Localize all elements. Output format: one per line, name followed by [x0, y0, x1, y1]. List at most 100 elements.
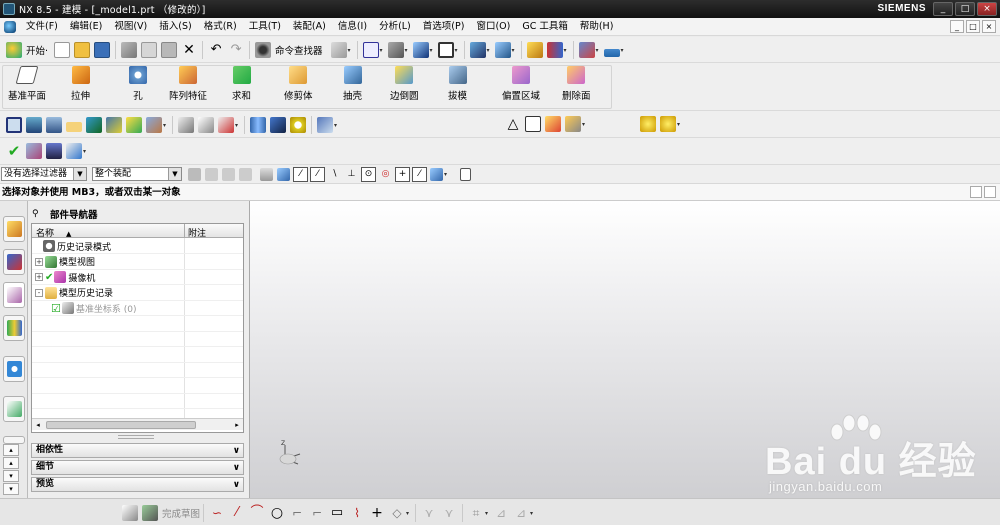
curve-analysis-icon[interactable] — [66, 143, 82, 159]
open-folder-icon[interactable] — [74, 42, 91, 58]
start-icon[interactable] — [6, 42, 22, 58]
collapse-icon[interactable] — [984, 186, 996, 198]
doc-minimize-button[interactable]: _ — [950, 20, 964, 33]
fillet-icon[interactable]: ⌐ — [289, 505, 305, 521]
snap-endpoint-icon[interactable]: ⁄ — [293, 167, 308, 182]
curve-icon[interactable] — [178, 117, 194, 133]
menu-window[interactable]: 窗口(O) — [470, 18, 516, 36]
delete-face-button[interactable]: 删除面 — [562, 66, 591, 102]
fit-view-icon[interactable] — [362, 42, 379, 58]
tree-row[interactable]: + ✔ 摄像机 — [32, 270, 243, 285]
draft-button[interactable]: 拔模 — [448, 66, 467, 102]
menu-gc-toolkit[interactable]: GC 工具箱 — [516, 18, 574, 36]
select-body-icon[interactable] — [260, 168, 273, 181]
maximize-button[interactable]: □ — [955, 2, 975, 16]
finish-sketch-button[interactable]: 完成草图 — [162, 506, 200, 520]
assembly-navigator-tab[interactable] — [3, 216, 25, 242]
scroll-thumb[interactable] — [46, 421, 196, 429]
menu-analysis[interactable]: 分析(L) — [373, 18, 417, 36]
finish-sketch-icon[interactable] — [142, 505, 158, 521]
select-solid-icon[interactable] — [277, 168, 290, 181]
doc-restore-button[interactable]: □ — [966, 20, 980, 33]
menu-tools[interactable]: 工具(T) — [243, 18, 287, 36]
new-file-icon[interactable] — [54, 42, 71, 58]
sketch-icon[interactable] — [122, 505, 138, 521]
select-mode-2-icon[interactable] — [222, 168, 235, 181]
pin-icon[interactable]: ⚲ — [32, 209, 42, 219]
shell-button[interactable]: 抽壳 — [343, 66, 362, 102]
sheet-stack-icon[interactable] — [46, 117, 62, 133]
expand-icon[interactable]: + — [35, 257, 43, 266]
render-style-icon[interactable] — [412, 42, 429, 58]
gear-icon[interactable] — [565, 116, 581, 132]
measure-icon[interactable] — [578, 42, 595, 58]
menu-help[interactable]: 帮助(H) — [574, 18, 620, 36]
reuse-library-tab[interactable] — [3, 315, 25, 341]
touch-mode-icon[interactable] — [330, 42, 347, 58]
background-icon[interactable] — [437, 42, 454, 58]
transform-icon[interactable] — [218, 117, 234, 133]
info-tab[interactable] — [3, 356, 25, 382]
paste-icon[interactable] — [161, 42, 178, 58]
triangle-icon[interactable]: △ — [505, 116, 521, 132]
polygon-icon[interactable]: ⌇ — [349, 505, 365, 521]
resize-blend-icon[interactable] — [146, 117, 162, 133]
snap-arc-center-icon[interactable]: ⊙ — [361, 167, 376, 182]
binoculars-icon[interactable] — [255, 42, 272, 58]
collapse-icon[interactable]: - — [35, 288, 43, 297]
name-column-header[interactable]: 名称 ▲ — [36, 226, 71, 239]
scroll-right-icon[interactable]: ▸ — [232, 420, 242, 430]
save-icon[interactable] — [94, 42, 111, 58]
constraint-icon[interactable]: ⊿ — [513, 505, 529, 521]
redo-icon[interactable]: ↷ — [228, 42, 244, 58]
history-tab[interactable] — [3, 396, 25, 422]
snap-point-icon[interactable] — [526, 42, 543, 58]
page-icon[interactable] — [460, 168, 471, 181]
profile-icon[interactable]: ∽ — [209, 505, 225, 521]
menu-preferences[interactable]: 首选项(P) — [417, 18, 471, 36]
scroll-down-icon[interactable]: ▾ — [3, 483, 19, 495]
coins-stack-icon[interactable] — [660, 116, 676, 132]
quick-extend-icon[interactable]: ⋎ — [441, 505, 457, 521]
hole-button[interactable]: 孔 — [129, 66, 147, 102]
offset-region-button[interactable]: 偏置区域 — [502, 66, 540, 102]
delete-icon[interactable]: ✕ — [181, 42, 197, 58]
minimize-button[interactable]: _ — [933, 2, 953, 16]
cylinder-icon[interactable] — [250, 117, 266, 133]
menu-format[interactable]: 格式(R) — [198, 18, 243, 36]
wcs-icon[interactable] — [469, 42, 486, 58]
pattern-feature-button[interactable]: 阵列特征 — [169, 66, 207, 102]
datum-plane-button[interactable]: 基准平面 — [8, 66, 46, 102]
full-screen-icon[interactable] — [970, 186, 982, 198]
grid-point-icon[interactable] — [545, 116, 561, 132]
make-corner-icon[interactable]: ⌗ — [468, 505, 484, 521]
scroll-left-icon[interactable]: ◂ — [33, 420, 43, 430]
horizontal-scrollbar[interactable]: ◂ ▸ — [32, 418, 243, 430]
cut-icon[interactable] — [121, 42, 138, 58]
report-icon[interactable] — [46, 143, 62, 159]
constraint-navigator-tab[interactable] — [3, 249, 25, 275]
snap-intersection-icon[interactable]: ⊥ — [344, 167, 359, 182]
selection-scope-select[interactable]: 整个装配 ▼ — [92, 167, 182, 181]
select-mode-3-icon[interactable] — [239, 168, 252, 181]
app-menu-icon[interactable] — [4, 20, 16, 33]
mirror-icon[interactable]: ⊿ — [493, 505, 509, 521]
menu-assemblies[interactable]: 装配(A) — [287, 18, 332, 36]
scroll-page-up-icon[interactable]: ▴ — [3, 457, 19, 469]
extrude-button[interactable]: 拉伸 — [71, 66, 90, 102]
command-finder-button[interactable]: 命令查找器 — [275, 43, 323, 57]
wrap-icon[interactable] — [317, 117, 333, 133]
part-navigator-tab[interactable] — [3, 282, 25, 308]
menu-file[interactable]: 文件(F) — [20, 18, 64, 36]
scroll-up-icon[interactable]: ▴ — [3, 444, 19, 456]
edge-blend-button[interactable]: 边倒圆 — [390, 66, 419, 102]
doc-close-button[interactable]: × — [982, 20, 996, 33]
quick-trim-icon[interactable]: ⋎ — [421, 505, 437, 521]
note-column-header[interactable]: 附注 — [188, 226, 206, 239]
offset-curve-icon[interactable]: ◇ — [389, 505, 405, 521]
close-button[interactable]: × — [977, 2, 997, 16]
snap-point-on-curve-icon[interactable]: ⁄ — [412, 167, 427, 182]
copy-icon[interactable] — [141, 42, 158, 58]
tree-row[interactable]: - 模型历史记录 — [32, 286, 243, 301]
scroll-page-down-icon[interactable]: ▾ — [3, 470, 19, 482]
